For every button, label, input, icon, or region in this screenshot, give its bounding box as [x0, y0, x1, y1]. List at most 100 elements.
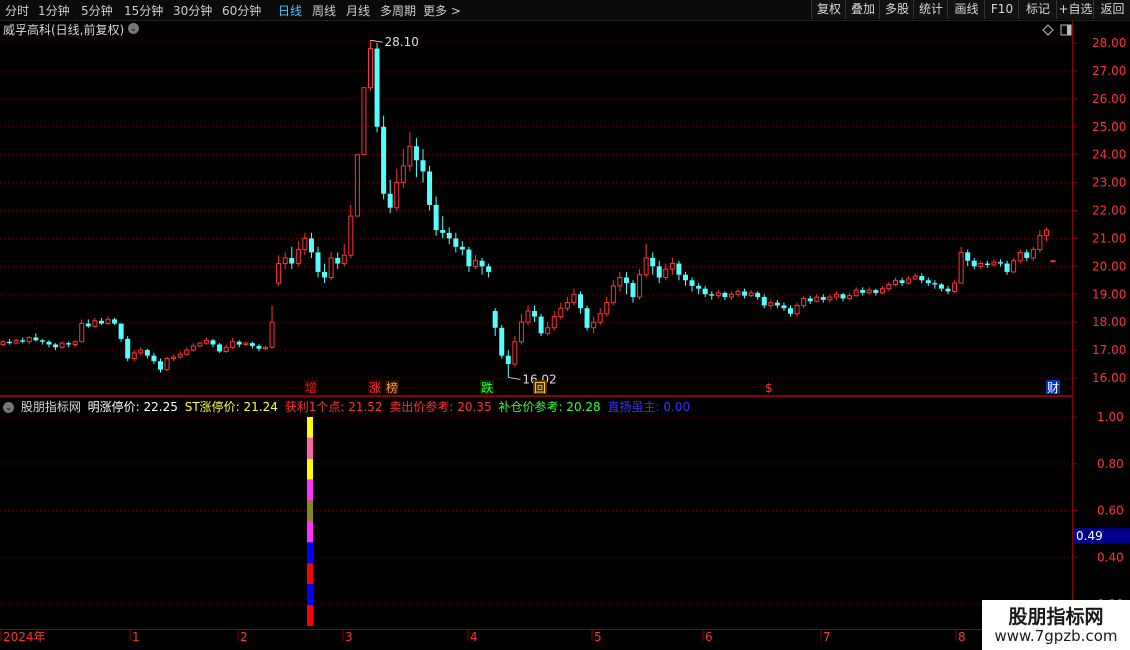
tab-daily[interactable]: 日线	[278, 2, 302, 19]
candle-body	[295, 249, 301, 265]
candle-body	[151, 355, 157, 362]
low-pointer	[508, 376, 521, 380]
kline-chart[interactable]: 28.1016.02增涨榜跌回 $ 财 28.0027.0026.0025.0024…	[0, 21, 1130, 650]
indicator-bar-segment	[307, 584, 313, 606]
candle-body	[33, 337, 39, 341]
candle-body	[407, 145, 413, 167]
candle-body	[637, 274, 643, 298]
tab-monthly[interactable]: 月线	[346, 2, 370, 19]
panel-divider	[0, 395, 1072, 397]
candle-body	[728, 293, 734, 298]
candle-body	[112, 319, 118, 324]
candle-body	[26, 337, 32, 343]
tab-15min[interactable]: 15分钟	[124, 2, 163, 19]
indicator-bar-segment	[307, 542, 313, 564]
tab-60min[interactable]: 60分钟	[222, 2, 261, 19]
candle-body	[0, 341, 6, 346]
price-tick-label: 26.00	[1092, 92, 1126, 106]
indicator-layer	[307, 417, 313, 626]
candle-body	[847, 295, 853, 299]
candle-body	[722, 292, 728, 298]
indicator-name[interactable]: 股朋指标网	[21, 400, 81, 414]
candle-body	[138, 349, 144, 354]
candle-body	[932, 283, 938, 285]
event-marker: 增	[305, 381, 317, 395]
stats-button[interactable]: 统计	[913, 0, 948, 19]
indicator-legend: ⌄ 股朋指标网 明涨停价: 22.25 ST涨停价: 21.24 获利1个点: …	[3, 398, 693, 414]
candle-body	[617, 277, 623, 287]
mark-button[interactable]: 标记	[1018, 0, 1057, 19]
candle-body	[774, 302, 780, 306]
candle-body	[761, 297, 767, 306]
price-tick-label: 16.00	[1092, 371, 1126, 385]
candle-body	[322, 271, 328, 278]
f10-button[interactable]: F10	[984, 0, 1019, 19]
draw-line-button[interactable]: 画线	[947, 0, 985, 19]
price-tick-label: 23.00	[1092, 176, 1126, 190]
candle-body	[368, 48, 373, 89]
candle-body	[177, 353, 183, 358]
candle-body	[46, 341, 52, 345]
price-tick-label: 28.00	[1092, 36, 1126, 50]
overlay-button[interactable]: 叠加	[845, 0, 880, 19]
tab-1min[interactable]: 1分钟	[38, 2, 70, 19]
candle-body	[66, 343, 72, 345]
candle-body	[479, 260, 485, 267]
candle-body	[1017, 251, 1023, 262]
indicator-bar-segment	[307, 605, 313, 626]
candle-body	[788, 308, 793, 314]
candle-body	[289, 257, 295, 264]
candle-body	[748, 292, 754, 297]
candle-body	[998, 262, 1003, 264]
candle-body	[833, 293, 839, 298]
candle-body	[768, 302, 774, 306]
candle-body	[991, 261, 997, 266]
tab-intraday[interactable]: 分时	[5, 2, 29, 19]
adjust-button[interactable]: 复权	[811, 0, 846, 19]
indicator-tick-label: 0.80	[1097, 457, 1124, 471]
candle-body	[171, 356, 177, 359]
price-tick-label: 18.00	[1092, 315, 1126, 329]
candle-body	[118, 323, 124, 339]
candle-body	[440, 230, 446, 233]
candle-body	[853, 289, 859, 297]
indicator-item: 明涨停价: 22.25	[87, 400, 178, 414]
chevron-down-icon[interactable]: ⌄	[128, 23, 139, 34]
add-favorite-button[interactable]: +自选	[1056, 0, 1094, 19]
time-tick-label: 2024年	[3, 630, 46, 644]
candle-body	[742, 291, 748, 296]
candle-body	[1030, 249, 1036, 259]
candle-body	[420, 160, 426, 172]
back-button[interactable]: 返回	[1093, 0, 1130, 19]
indicator-bar-segment	[307, 437, 313, 459]
indicator-bar-segment	[307, 521, 313, 543]
candle-body	[965, 252, 971, 261]
candle-body	[308, 238, 314, 253]
candle-body	[899, 280, 905, 284]
candle-body	[236, 341, 242, 345]
tab-weekly[interactable]: 周线	[312, 2, 336, 19]
candle-body	[20, 340, 26, 342]
tab-multi-period[interactable]: 多周期	[380, 2, 416, 19]
candle-body	[230, 341, 236, 348]
tab-more[interactable]: 更多 >	[423, 2, 461, 19]
candle-body	[518, 321, 524, 343]
indicator-item: 获利1个点: 21.52	[284, 400, 383, 414]
candle-body	[427, 171, 433, 205]
candle-body	[492, 311, 498, 328]
candle-body	[702, 288, 708, 295]
time-tick-label: 8	[958, 630, 966, 644]
candle-body	[59, 342, 65, 348]
multi-stock-button[interactable]: 多股	[879, 0, 914, 19]
candle-body	[984, 263, 990, 265]
candle-body	[105, 318, 111, 325]
candle-body	[696, 285, 702, 289]
tab-30min[interactable]: 30分钟	[173, 2, 212, 19]
time-tick-label: 3	[345, 630, 353, 644]
candle-body	[820, 297, 826, 300]
candle-body	[144, 350, 150, 356]
tab-5min[interactable]: 5分钟	[81, 2, 113, 19]
event-marker: 涨	[369, 380, 381, 395]
chevron-down-icon[interactable]: ⌄	[3, 402, 14, 413]
candle-body	[1050, 260, 1056, 263]
